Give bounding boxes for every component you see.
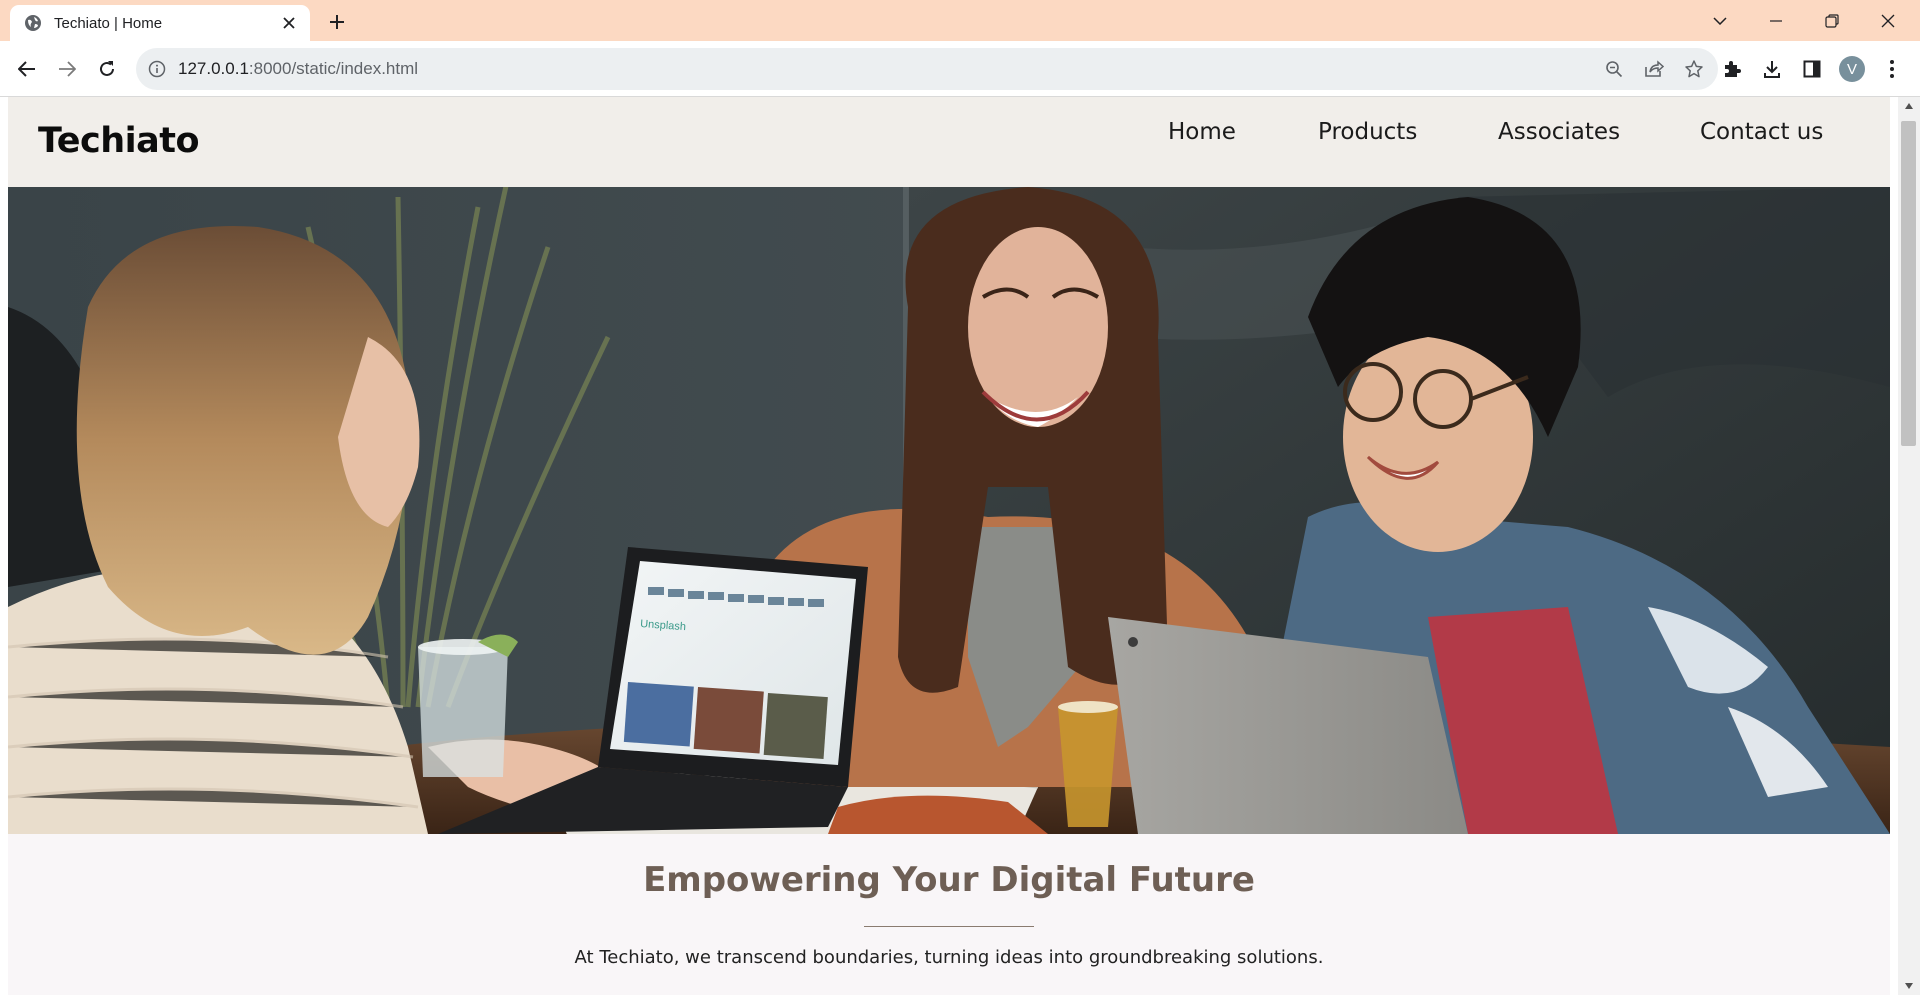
site-logo[interactable]: Techiato — [38, 121, 200, 161]
profile-avatar[interactable]: V — [1836, 53, 1868, 85]
intro-paragraph: At Techiato, we transcend boundaries, tu… — [574, 947, 1324, 968]
scroll-up-arrow-icon[interactable] — [1898, 97, 1920, 115]
avatar: V — [1839, 56, 1865, 82]
browser-tab[interactable]: Techiato | Home — [10, 5, 310, 41]
download-icon[interactable] — [1756, 53, 1788, 85]
page-viewport: Techiato Home Products Associates Contac… — [0, 97, 1920, 995]
intro-section: Empowering Your Digital Future At Techia… — [8, 834, 1890, 995]
chevron-down-icon[interactable] — [1692, 0, 1748, 41]
scroll-down-arrow-icon[interactable] — [1898, 977, 1920, 995]
minimize-icon[interactable] — [1748, 0, 1804, 41]
url-host: 127.0.0.1 — [178, 59, 249, 78]
restore-icon[interactable] — [1804, 0, 1860, 41]
nav-associates[interactable]: Associates — [1498, 119, 1620, 145]
site-header: Techiato Home Products Associates Contac… — [8, 97, 1890, 187]
more-vert-icon[interactable] — [1876, 53, 1908, 85]
forward-arrow-icon[interactable] — [51, 53, 83, 85]
address-bar[interactable]: 127.0.0.1:8000/static/index.html — [136, 48, 1718, 90]
close-icon[interactable] — [278, 12, 300, 34]
globe-icon — [25, 15, 41, 31]
intro-heading: Empowering Your Digital Future — [643, 860, 1255, 900]
nav-contact-us[interactable]: Contact us — [1700, 119, 1823, 145]
plus-icon[interactable] — [322, 9, 352, 35]
zoom-out-icon[interactable] — [1598, 53, 1630, 85]
scrollbar-thumb[interactable] — [1901, 121, 1916, 446]
star-icon[interactable] — [1678, 53, 1710, 85]
nav-home[interactable]: Home — [1168, 119, 1236, 145]
sidebar-icon[interactable] — [1796, 53, 1828, 85]
back-arrow-icon[interactable] — [11, 53, 43, 85]
page-scrollbar[interactable] — [1898, 97, 1920, 995]
puzzle-icon[interactable] — [1716, 53, 1748, 85]
browser-toolbar: 127.0.0.1:8000/static/index.html V — [0, 41, 1920, 97]
tab-title: Techiato | Home — [54, 14, 163, 32]
info-icon[interactable] — [148, 60, 166, 78]
url-path: :8000/static/index.html — [248, 59, 419, 78]
window-close-icon[interactable] — [1860, 0, 1916, 41]
hero-image: Unsplash — [8, 187, 1890, 834]
heading-divider — [864, 926, 1034, 927]
share-icon[interactable] — [1638, 53, 1670, 85]
browser-titlebar: Techiato | Home — [0, 0, 1920, 41]
reload-icon[interactable] — [91, 53, 123, 85]
nav-products[interactable]: Products — [1318, 119, 1417, 145]
